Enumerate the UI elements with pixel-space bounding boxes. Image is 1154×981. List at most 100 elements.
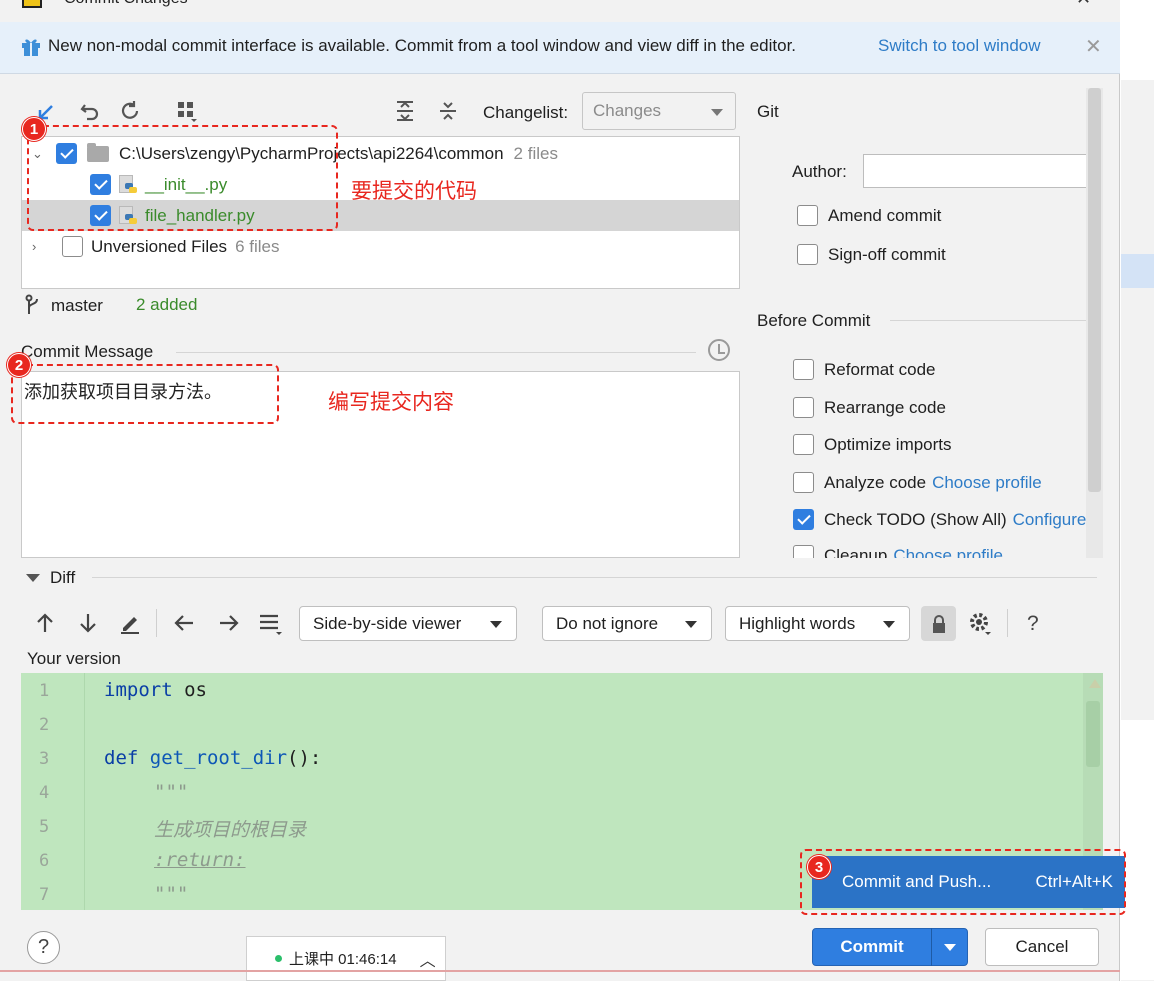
edit-pencil-icon[interactable] — [117, 610, 143, 636]
arrow-up-icon[interactable] — [32, 610, 58, 636]
reformat-code-checkbox[interactable] — [793, 359, 814, 380]
class-timer-widget[interactable]: 上课中 01:46:14 ︿ — [246, 936, 446, 981]
background-ide-editor — [1121, 720, 1154, 980]
divider — [890, 320, 1102, 321]
divider — [92, 577, 1097, 578]
tree-row-unversioned[interactable]: › Unversioned Files 6 files — [22, 231, 739, 262]
commit-dialog: Commit Changes ✕ New non-modal commit in… — [0, 0, 1126, 981]
highlight-value: Highlight words — [739, 613, 856, 633]
annotation-text: 要提交的代码 — [351, 180, 477, 203]
check-todo-option[interactable]: Check TODO (Show All) Configure — [793, 509, 1086, 530]
diff-label: Diff — [50, 568, 76, 587]
toolbar-separator — [156, 609, 157, 637]
changelist-label: Changelist: — [483, 103, 569, 122]
commit-button[interactable]: Commit — [812, 928, 968, 966]
gift-icon — [22, 39, 40, 56]
code-line: """ — [154, 883, 188, 905]
analyze-code-option[interactable]: Analyze code Choose profile — [793, 472, 1042, 493]
ignore-value: Do not ignore — [556, 613, 659, 633]
undo-icon[interactable] — [77, 98, 103, 124]
line-number-gutter: 1 2 3 4 5 6 7 — [21, 673, 85, 910]
signoff-commit-label: Sign-off commit — [828, 244, 946, 264]
amend-commit-checkbox[interactable] — [797, 205, 818, 226]
timer-text: 上课中 01:46:14 — [289, 951, 397, 968]
close-window-icon[interactable]: ✕ — [1076, 0, 1091, 9]
branch-name: master — [51, 296, 103, 315]
commit-message-label: Commit Message — [21, 342, 154, 361]
arrow-left-icon[interactable] — [171, 610, 197, 636]
your-version-label: Your version — [27, 649, 121, 668]
before-commit-header: Before Commit — [757, 311, 871, 330]
rearrange-code-option[interactable]: Rearrange code — [793, 397, 946, 418]
bottom-border — [0, 970, 1120, 972]
toolbar-separator — [1007, 609, 1008, 637]
commit-options-chevron-icon[interactable] — [932, 943, 967, 951]
reformat-code-option[interactable]: Reformat code — [793, 359, 936, 380]
branch-status: 2 added — [136, 295, 198, 314]
ignore-dropdown[interactable]: Do not ignore — [542, 606, 712, 641]
code-token: os — [172, 679, 207, 701]
chevron-up-icon[interactable]: ︿ — [420, 947, 436, 971]
cancel-button[interactable]: Cancel — [985, 928, 1099, 966]
collapse-all-icon[interactable] — [435, 98, 461, 124]
gear-icon[interactable] — [967, 610, 993, 636]
check-todo-checkbox[interactable] — [793, 509, 814, 530]
git-section-header: Git — [757, 102, 779, 121]
viewer-dropdown[interactable]: Side-by-side viewer — [299, 606, 517, 641]
code-line: 生成项目的根目录 — [154, 815, 306, 842]
notification-banner: New non-modal commit interface is availa… — [0, 22, 1120, 74]
cleanup-choose-profile-link[interactable]: Choose profile — [893, 546, 1003, 559]
author-input[interactable] — [863, 154, 1095, 188]
scrollbar-thumb[interactable] — [1086, 701, 1100, 767]
rearrange-code-checkbox[interactable] — [793, 397, 814, 418]
banner-close-icon[interactable]: ✕ — [1085, 34, 1102, 59]
code-line: def get_root_dir(): — [104, 747, 321, 769]
cleanup-label: Cleanup — [824, 545, 888, 559]
optimize-imports-option[interactable]: Optimize imports — [793, 434, 952, 455]
chevron-down-icon — [490, 621, 502, 628]
chevron-right-icon[interactable]: › — [32, 239, 46, 254]
group-by-icon[interactable] — [174, 98, 200, 124]
rearrange-code-label: Rearrange code — [824, 397, 946, 417]
analyze-code-label: Analyze code — [824, 472, 927, 492]
options-scrollbar[interactable] — [1086, 88, 1103, 558]
banner-text: New non-modal commit interface is availa… — [48, 36, 797, 55]
annotation-box — [11, 364, 279, 424]
unversioned-checkbox[interactable] — [62, 236, 83, 257]
app-icon — [22, 0, 42, 8]
help-button[interactable]: ? — [27, 931, 60, 964]
optimize-imports-checkbox[interactable] — [793, 434, 814, 455]
lock-button[interactable] — [921, 606, 956, 641]
code-token: :return: — [154, 849, 246, 871]
expand-all-icon[interactable] — [392, 98, 418, 124]
signoff-commit-option[interactable]: Sign-off commit — [797, 244, 946, 265]
cleanup-checkbox[interactable] — [793, 545, 814, 558]
history-clock-icon[interactable] — [708, 339, 730, 361]
cleanup-option-clip: Cleanup Choose profile — [793, 545, 1093, 558]
changelist-select[interactable]: Changes — [582, 92, 736, 130]
check-todo-label: Check TODO (Show All) — [824, 509, 1007, 529]
annotation-badge: 2 — [7, 353, 31, 377]
analyze-code-checkbox[interactable] — [793, 472, 814, 493]
refresh-icon[interactable] — [117, 98, 143, 124]
arrow-right-icon[interactable] — [216, 610, 242, 636]
help-icon[interactable]: ? — [1027, 612, 1039, 636]
amend-commit-option[interactable]: Amend commit — [797, 205, 941, 226]
switch-to-tool-window-link[interactable]: Switch to tool window — [878, 36, 1041, 56]
lock-icon — [932, 614, 945, 633]
annotation-box — [27, 125, 338, 231]
arrow-down-icon[interactable] — [75, 610, 101, 636]
todo-configure-link[interactable]: Configure — [1013, 510, 1087, 530]
line-number: 3 — [39, 749, 50, 769]
analyze-choose-profile-link[interactable]: Choose profile — [932, 473, 1042, 493]
highlight-dropdown[interactable]: Highlight words — [725, 606, 910, 641]
branch-icon — [25, 294, 38, 314]
cleanup-option[interactable]: Cleanup Choose profile — [793, 545, 1003, 558]
code-line: import os — [104, 679, 207, 701]
signoff-commit-checkbox[interactable] — [797, 244, 818, 265]
code-token: (): — [287, 747, 322, 769]
collapse-triangle-icon[interactable] — [26, 574, 40, 582]
list-menu-icon[interactable] — [258, 610, 284, 636]
diff-header[interactable]: Diff — [26, 568, 75, 588]
scrollbar-thumb[interactable] — [1088, 88, 1101, 492]
